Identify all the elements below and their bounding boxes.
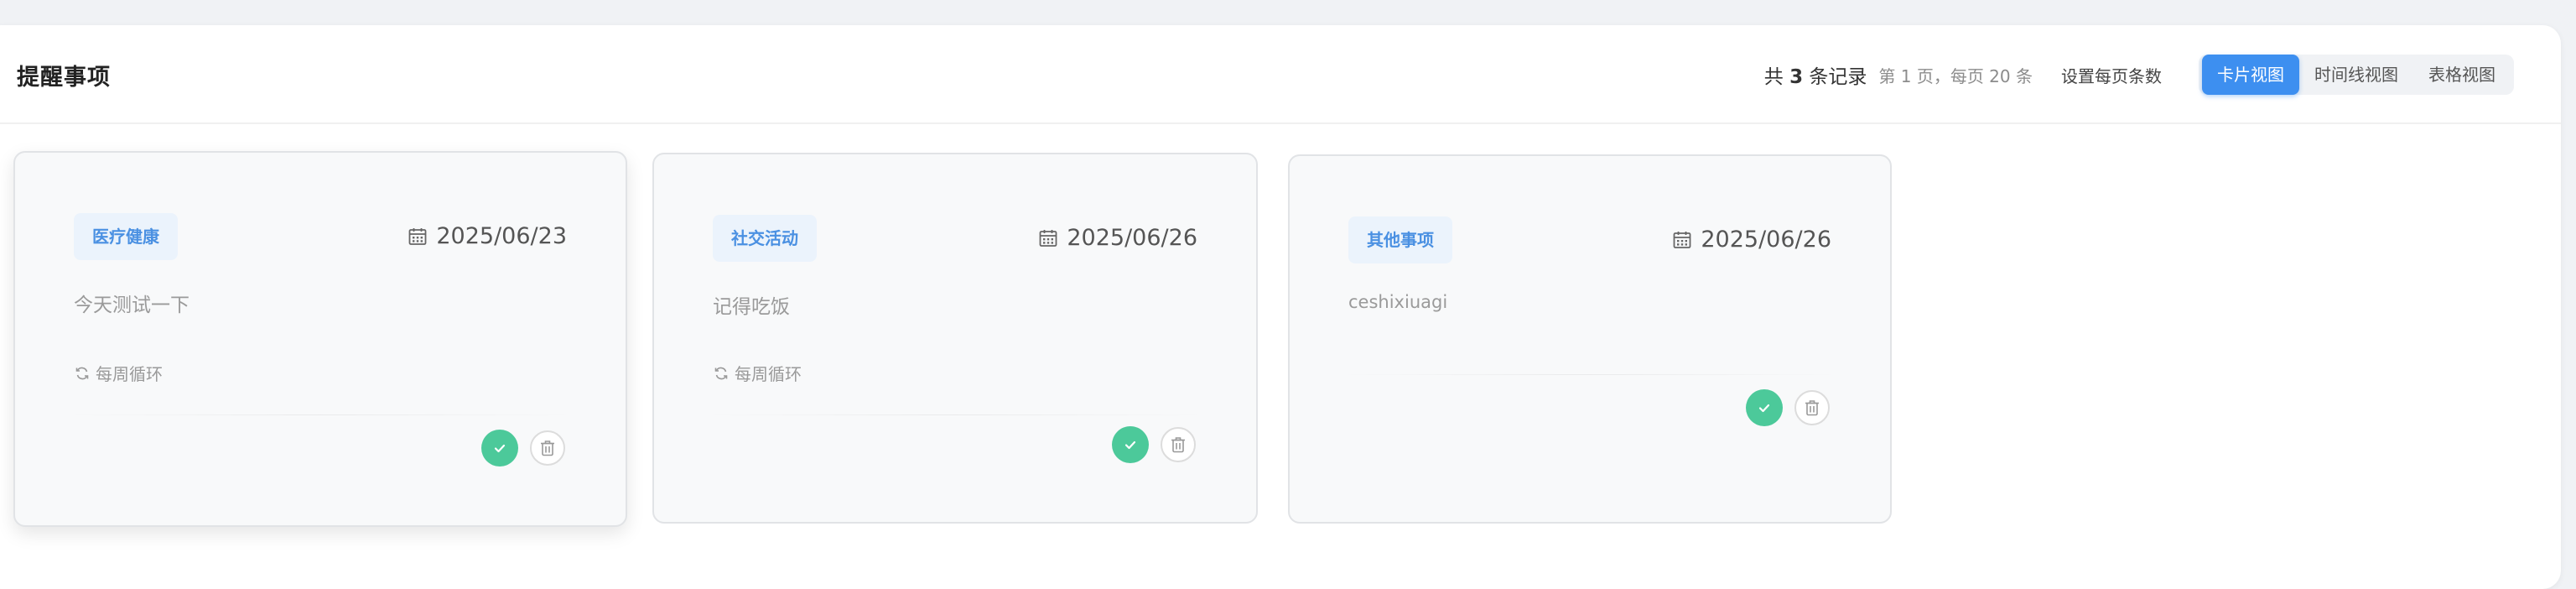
view-switch: 卡片视图 时间线视图 表格视图	[2199, 55, 2514, 95]
category-tag: 社交活动	[713, 215, 817, 262]
check-icon	[1124, 440, 1136, 450]
reminder-description: 今天测试一下	[74, 294, 190, 316]
record-total: 共 3 条记录	[1764, 60, 1867, 89]
card-actions	[1112, 426, 1196, 463]
page-title: 提醒事项	[17, 65, 111, 91]
category-tag: 医疗健康	[74, 213, 178, 260]
card-actions	[1746, 389, 1830, 426]
header-toolbar: 共 3 条记录 第 1 页，每页 20 条 设置每页条数 卡片视图 时间线视图 …	[1764, 54, 2514, 96]
calendar-icon	[1039, 229, 1057, 247]
repeat-icon	[714, 367, 728, 379]
reminder-card[interactable]: 社交活动 2025/06/26 记得吃饭 每周循环	[652, 153, 1258, 524]
card-actions	[481, 430, 565, 467]
reminder-card[interactable]: 其他事项 2025/06/26 ceshixiuagi	[1288, 154, 1892, 524]
trash-icon	[1805, 400, 1819, 416]
repeat-label: 每周循环	[96, 364, 163, 384]
trash-icon	[1171, 437, 1185, 453]
delete-button[interactable]	[530, 430, 565, 466]
calendar-icon	[408, 227, 427, 245]
repeat-label: 每周循环	[735, 364, 802, 384]
reminder-date-text: 2025/06/23	[436, 223, 567, 249]
record-total-suffix: 条记录	[1803, 66, 1867, 88]
reminder-date: 2025/06/23	[408, 223, 567, 249]
reminder-card[interactable]: 医疗健康 2025/06/23 今天测试一下 每周循环	[13, 151, 627, 527]
reminder-description: 记得吃饭	[713, 296, 790, 318]
card-divider	[1340, 374, 1840, 375]
check-icon	[494, 444, 506, 453]
repeat-info: 每周循环	[713, 361, 802, 385]
timeline-view-button[interactable]: 时间线视图	[2299, 55, 2413, 95]
calendar-icon	[1673, 231, 1691, 248]
card-divider	[65, 414, 575, 415]
card-view-button[interactable]: 卡片视图	[2202, 55, 2299, 95]
reminder-date-text: 2025/06/26	[1067, 225, 1197, 251]
record-total-prefix: 共	[1763, 66, 1790, 88]
complete-button[interactable]	[1112, 426, 1149, 463]
table-view-button[interactable]: 表格视图	[2413, 55, 2511, 95]
reminder-date: 2025/06/26	[1038, 225, 1197, 251]
reminder-description: ceshixiuagi	[1348, 292, 1448, 312]
page-size-button[interactable]: 设置每页条数	[2061, 63, 2162, 87]
repeat-info: 每周循环	[74, 361, 163, 385]
record-count: 3	[1789, 66, 1804, 88]
delete-button[interactable]	[1794, 390, 1830, 425]
delete-button[interactable]	[1161, 427, 1196, 462]
panel-header: 提醒事项 共 3 条记录 第 1 页，每页 20 条 设置每页条数 卡片视图 时…	[0, 25, 2561, 124]
trash-icon	[541, 440, 554, 456]
complete-button[interactable]	[481, 430, 518, 467]
page-info: 第 1 页，每页 20 条	[1878, 65, 2033, 86]
category-tag: 其他事项	[1348, 216, 1452, 263]
check-icon	[1758, 404, 1770, 413]
repeat-icon	[75, 367, 89, 379]
card-divider	[704, 414, 1206, 415]
reminder-date-text: 2025/06/26	[1701, 227, 1831, 253]
reminder-date: 2025/06/26	[1672, 227, 1831, 253]
complete-button[interactable]	[1746, 389, 1783, 426]
